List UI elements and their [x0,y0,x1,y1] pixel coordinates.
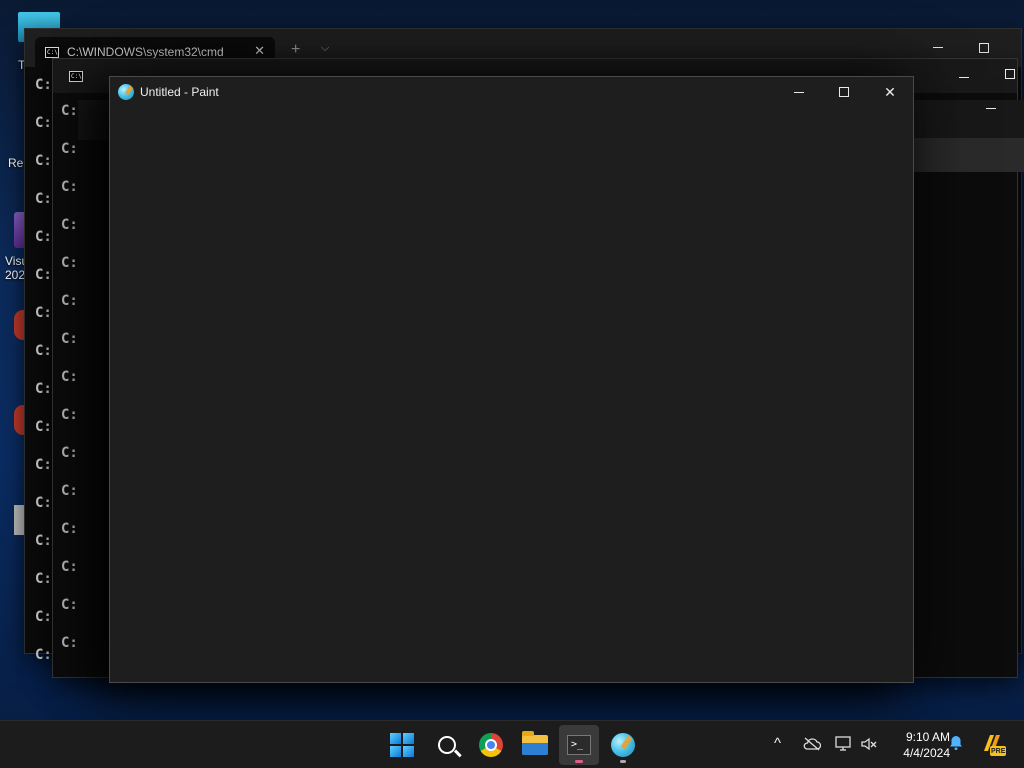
search-icon [438,736,456,754]
prompt-line: C: [35,305,52,321]
notification-bell-icon[interactable] [948,735,964,751]
active-indicator [575,760,583,763]
maximize-button[interactable] [1005,67,1015,82]
windows-logo-icon [390,733,414,757]
paint-window[interactable]: Untitled - Paint ✕ [109,76,914,683]
terminal-taskbar-button[interactable]: >_ [559,725,599,765]
prompt-line: C: [61,407,78,423]
prompt-line: C: [35,533,52,549]
paint-titlebar[interactable]: Untitled - Paint ✕ [110,77,913,107]
terminal-tab-title: C:\WINDOWS\system32\cmd [67,45,224,59]
terminal-icon: >_ [567,735,591,755]
prompt-line: C: [61,255,78,271]
prompt-line: C: [61,559,78,575]
search-button[interactable] [427,725,467,765]
prompt-line: C: [61,179,78,195]
prompt-line: C: [35,381,52,397]
file-explorer-taskbar-button[interactable] [515,725,555,765]
minimize-button[interactable] [959,69,969,84]
preview-badge-text: PRE [991,748,1006,755]
close-button[interactable]: ✕ [867,77,913,107]
prompt-line: C: [61,597,78,613]
prompt-line: C: [35,229,52,245]
prompt-line: C: [61,141,78,157]
prompt-line: C: [61,331,78,347]
copilot-preview-icon[interactable]: PRE [980,731,1006,757]
prompt-line: C: [35,647,52,663]
chrome-icon [479,733,503,757]
folder-icon [522,731,548,755]
prompt-line: C: [61,635,78,651]
prompt-line: C: [35,267,52,283]
chrome-taskbar-button[interactable] [471,725,511,765]
cmd-icon: C:\ [45,46,59,58]
prompt-line: C: [61,521,78,537]
maximize-button[interactable] [979,41,989,56]
prompt-line: C: [35,77,52,93]
prompt-line: C: [61,445,78,461]
minimize-button[interactable] [776,77,822,107]
desktop-file-icon[interactable] [14,505,24,535]
paint-taskbar-button[interactable] [603,725,643,765]
tab-close-icon[interactable]: ✕ [254,43,265,59]
prompt-line: C: [61,293,78,309]
prompt-line: C: [35,153,52,169]
desktop-label-visual-studio-year: 202 [5,268,26,282]
background-window-edge [914,138,1024,172]
prompt-line: C: [61,483,78,499]
prompt-line: C: [35,419,52,435]
prompt-line: C: [35,191,52,207]
minimize-button[interactable] [933,39,943,54]
prompt-line: C: [35,343,52,359]
prompt-line: C: [35,495,52,511]
prompt-line: C: [35,571,52,587]
volume-muted-icon[interactable] [860,736,878,752]
start-button[interactable] [382,725,422,765]
onedrive-offline-icon[interactable] [803,737,821,751]
prompt-line: C: [61,217,78,233]
clock-time: 9:10 AM [905,730,950,744]
open-indicator [620,760,626,763]
window-title: Untitled - Paint [140,85,219,99]
clock[interactable]: 9:10 AM 4/4/2024 [884,729,950,761]
desktop-label-recycle: Re [8,156,24,170]
taskbar: >_ ^ 9:10 AM 4/4/2024 PRE [0,720,1024,768]
network-icon[interactable] [835,736,853,752]
paint-icon [611,733,635,757]
new-tab-button[interactable]: + [291,41,300,59]
clock-date: 4/4/2024 [903,746,950,760]
paint-content-area[interactable] [110,107,913,682]
chevron-down-icon[interactable]: ⌵ [321,42,329,55]
maximize-button[interactable] [821,77,867,107]
minimize-button[interactable] [986,100,996,115]
cmd-icon: C:\ [69,71,83,82]
prompt-line: C: [35,609,52,625]
prompt-line: C: [35,115,52,131]
paint-app-icon [118,84,134,100]
tray-overflow-chevron-icon[interactable]: ^ [774,735,781,752]
prompt-line: C: [61,103,78,119]
prompt-line: C: [61,369,78,385]
prompt-line: C: [35,457,52,473]
